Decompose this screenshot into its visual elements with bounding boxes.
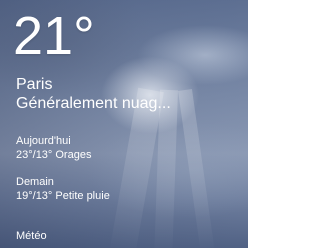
app-name-label: Météo — [16, 230, 47, 242]
city-name: Paris — [16, 76, 53, 93]
tile-content: 21° Paris Généralement nuag... Aujourd'h… — [0, 0, 248, 248]
forecast-day-today: Aujourd'hui — [16, 135, 71, 147]
current-condition: Généralement nuag... — [16, 95, 171, 112]
weather-live-tile[interactable]: 21° Paris Généralement nuag... Aujourd'h… — [0, 0, 248, 248]
forecast-day-tomorrow: Demain — [16, 176, 54, 188]
forecast-summary-tomorrow: 19°/13° Petite pluie — [16, 190, 110, 202]
current-temperature: 21° — [13, 6, 95, 66]
forecast-summary-today: 23°/13° Orages — [16, 149, 92, 161]
